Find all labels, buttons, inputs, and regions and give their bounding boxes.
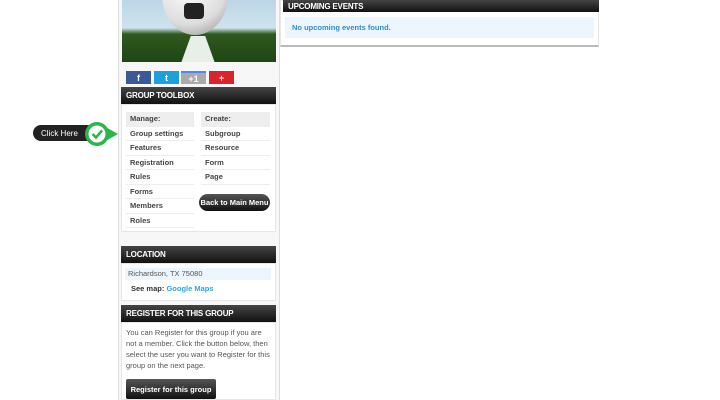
location-address: Richardson, TX 75080 bbox=[125, 268, 271, 280]
create-label: Create: bbox=[201, 112, 270, 127]
manage-features[interactable]: Features bbox=[126, 141, 194, 156]
create-resource[interactable]: Resource bbox=[201, 141, 270, 156]
see-map-row: See map: Google Maps bbox=[131, 284, 214, 293]
manage-forms[interactable]: Forms bbox=[126, 185, 194, 199]
back-to-main-menu-button[interactable]: Back to Main Menu bbox=[199, 194, 270, 211]
twitter-share-button[interactable]: t bbox=[154, 71, 179, 84]
no-events-message: No upcoming events found. bbox=[285, 17, 594, 38]
group-photo bbox=[122, 0, 276, 62]
group-toolbox-header: GROUP TOOLBOX bbox=[121, 87, 276, 104]
upcoming-events-title: UPCOMING EVENTS bbox=[288, 1, 364, 11]
register-description: You can Register for this group if you a… bbox=[126, 328, 270, 370]
location-header: LOCATION bbox=[121, 246, 276, 263]
create-list: Create: Subgroup Resource Form Page bbox=[201, 112, 270, 185]
location-title: LOCATION bbox=[126, 250, 166, 259]
google-plus-button[interactable]: +1 bbox=[181, 71, 206, 84]
more-share-button[interactable]: + bbox=[209, 71, 234, 84]
upcoming-events-header: UPCOMING EVENTS bbox=[283, 0, 599, 12]
manage-roles[interactable]: Roles bbox=[126, 214, 194, 228]
manage-members[interactable]: Members bbox=[126, 199, 194, 214]
register-for-group-button[interactable]: Register for this group bbox=[126, 379, 216, 399]
register-title: REGISTER FOR THIS GROUP bbox=[126, 309, 234, 318]
see-map-label: See map: bbox=[131, 284, 165, 293]
facebook-share-button[interactable]: f bbox=[126, 71, 151, 84]
create-subgroup[interactable]: Subgroup bbox=[201, 127, 270, 141]
manage-rules[interactable]: Rules bbox=[126, 170, 194, 185]
group-toolbox-title: GROUP TOOLBOX bbox=[126, 91, 195, 100]
manage-registration[interactable]: Registration bbox=[126, 156, 194, 170]
register-header: REGISTER FOR THIS GROUP bbox=[121, 305, 276, 322]
manage-group-settings[interactable]: Group settings bbox=[126, 127, 194, 141]
click-here-label: Click Here bbox=[41, 128, 78, 138]
google-maps-link[interactable]: Google Maps bbox=[166, 284, 213, 293]
check-circle-icon bbox=[84, 121, 124, 147]
create-page[interactable]: Page bbox=[201, 170, 270, 185]
create-form[interactable]: Form bbox=[201, 156, 270, 170]
manage-list: Manage: Group settings Features Registra… bbox=[126, 112, 194, 228]
manage-label: Manage: bbox=[126, 112, 194, 127]
